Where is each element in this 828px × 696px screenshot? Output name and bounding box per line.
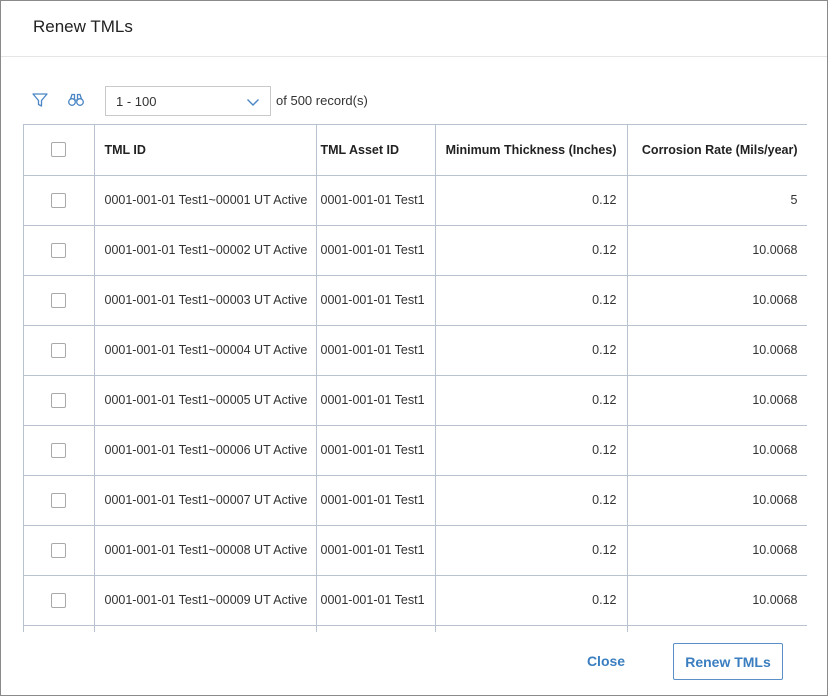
renew-tmls-button[interactable]: Renew TMLs (673, 643, 783, 680)
table-header-row: TML ID TML Asset ID Minimum Thickness (I… (24, 125, 807, 176)
min-thickness-cell: 0.12 (435, 525, 628, 576)
min-thickness-cell: 0.12 (435, 175, 628, 226)
min-thickness-cell: 0.12 (435, 275, 628, 326)
page-range-select[interactable]: 1 - 100 (105, 86, 271, 116)
tml-id-cell: 0001-001-01 Test1~00001 UT Active (94, 175, 317, 226)
min-thickness-cell: 0.12 (435, 575, 628, 626)
grid-toolbar: 1 - 100 of 500 record(s) (1, 85, 827, 117)
tml-asset-id-cell: 0001-001-01 Test1 (316, 275, 436, 326)
row-checkbox-cell (24, 625, 95, 632)
row-checkbox-cell (24, 525, 95, 576)
row-checkbox-cell (24, 575, 95, 626)
corrosion-rate-cell (627, 625, 807, 632)
tml-asset-id-cell: 0001-001-01 Test1 (316, 425, 436, 476)
column-header-minimum-thickness[interactable]: Minimum Thickness (Inches) (435, 125, 628, 176)
table-row[interactable]: 0001-001-01 Test1~00006 UT Active 0001-0… (24, 425, 807, 476)
corrosion-rate-cell: 10.0068 (627, 575, 807, 626)
column-header-tml-asset-id[interactable]: TML Asset ID (316, 125, 436, 176)
corrosion-rate-cell: 10.0068 (627, 275, 807, 326)
tml-asset-id-cell: 0001-001-01 Test1 (316, 325, 436, 376)
binoculars-icon[interactable] (67, 91, 85, 109)
row-checkbox[interactable] (51, 242, 67, 258)
table-row[interactable]: 0001-001-01 Test1~00004 UT Active 0001-0… (24, 325, 807, 376)
min-thickness-cell: 0.12 (435, 425, 628, 476)
corrosion-rate-cell: 10.0068 (627, 325, 807, 376)
corrosion-rate-cell: 10.0068 (627, 525, 807, 576)
total-records: 500 (290, 93, 313, 108)
tml-asset-id-cell: 0001-001-01 Test1 (316, 375, 436, 426)
corrosion-rate-cell: 5 (627, 175, 807, 226)
record-count: of 500 record(s) (276, 93, 368, 108)
row-checkbox-cell (24, 275, 95, 326)
of-label: of (276, 93, 287, 108)
chevron-down-icon (246, 95, 260, 109)
filter-icon[interactable] (31, 91, 49, 109)
corrosion-rate-cell: 10.0068 (627, 475, 807, 526)
tml-id-cell: 0001-001-01 Test1~00006 UT Active (94, 425, 317, 476)
tml-asset-id-cell: 0001-001-01 Test1 (316, 575, 436, 626)
table-row[interactable]: 0001-001-01 Test1~00008 UT Active 0001-0… (24, 525, 807, 576)
tml-id-cell (94, 625, 317, 632)
tml-id-cell: 0001-001-01 Test1~00007 UT Active (94, 475, 317, 526)
corrosion-rate-cell: 10.0068 (627, 375, 807, 426)
tml-id-cell: 0001-001-01 Test1~00003 UT Active (94, 275, 317, 326)
row-checkbox[interactable] (51, 492, 67, 508)
row-checkbox[interactable] (51, 292, 67, 308)
row-checkbox[interactable] (51, 542, 67, 558)
row-checkbox-cell (24, 375, 95, 426)
dialog-title: Renew TMLs (33, 17, 133, 36)
min-thickness-cell: 0.12 (435, 375, 628, 426)
close-button[interactable]: Close (569, 643, 643, 680)
tml-table: TML ID TML Asset ID Minimum Thickness (I… (24, 125, 807, 632)
select-all-cell (24, 125, 95, 176)
tml-asset-id-cell: 0001-001-01 Test1 (316, 475, 436, 526)
corrosion-rate-cell: 10.0068 (627, 425, 807, 476)
tml-asset-id-cell: 0001-001-01 Test1 (316, 525, 436, 576)
table-row[interactable]: 0001-001-01 Test1~00002 UT Active 0001-0… (24, 225, 807, 276)
tml-id-cell: 0001-001-01 Test1~00005 UT Active (94, 375, 317, 426)
tml-asset-id-cell: 0001-001-01 Test1 (316, 175, 436, 226)
table-row[interactable]: 0001-001-01 Test1~00007 UT Active 0001-0… (24, 475, 807, 526)
tml-id-cell: 0001-001-01 Test1~00002 UT Active (94, 225, 317, 276)
select-all-checkbox[interactable] (51, 142, 67, 158)
table-row[interactable]: 0001-001-01 Test1~00005 UT Active 0001-0… (24, 375, 807, 426)
tml-asset-id-cell: 0001-001-01 Test1 (316, 225, 436, 276)
column-header-corrosion-rate[interactable]: Corrosion Rate (Mils/year) (627, 125, 807, 176)
corrosion-rate-cell: 10.0068 (627, 225, 807, 276)
records-label: record(s) (315, 93, 368, 108)
row-checkbox-cell (24, 475, 95, 526)
row-checkbox[interactable] (51, 192, 67, 208)
min-thickness-cell (435, 625, 628, 632)
tml-id-cell: 0001-001-01 Test1~00009 UT Active (94, 575, 317, 626)
tml-id-cell: 0001-001-01 Test1~00004 UT Active (94, 325, 317, 376)
tml-grid: TML ID TML Asset ID Minimum Thickness (I… (23, 124, 807, 632)
row-checkbox-cell (24, 325, 95, 376)
row-checkbox[interactable] (51, 442, 67, 458)
column-header-tml-id[interactable]: TML ID (94, 125, 317, 176)
min-thickness-cell: 0.12 (435, 225, 628, 276)
page-range-value: 1 - 100 (116, 94, 157, 109)
row-checkbox-cell (24, 225, 95, 276)
row-checkbox-cell (24, 175, 95, 226)
min-thickness-cell: 0.12 (435, 325, 628, 376)
dialog-header: Renew TMLs (1, 1, 827, 57)
row-checkbox-cell (24, 425, 95, 476)
table-row[interactable]: 0001-001-01 Test1~00009 UT Active 0001-0… (24, 575, 807, 626)
table-row[interactable]: 0001-001-01 Test1~00001 UT Active 0001-0… (24, 175, 807, 226)
tml-id-cell: 0001-001-01 Test1~00008 UT Active (94, 525, 317, 576)
row-checkbox[interactable] (51, 342, 67, 358)
row-checkbox[interactable] (51, 392, 67, 408)
renew-tmls-dialog: Renew TMLs 1 - 100 of 500 record(s) TML … (0, 0, 828, 696)
row-checkbox[interactable] (51, 592, 67, 608)
table-row[interactable]: 0001-001-01 Test1~00003 UT Active 0001-0… (24, 275, 807, 326)
tml-asset-id-cell (316, 625, 436, 632)
min-thickness-cell: 0.12 (435, 475, 628, 526)
table-row[interactable] (24, 625, 807, 632)
